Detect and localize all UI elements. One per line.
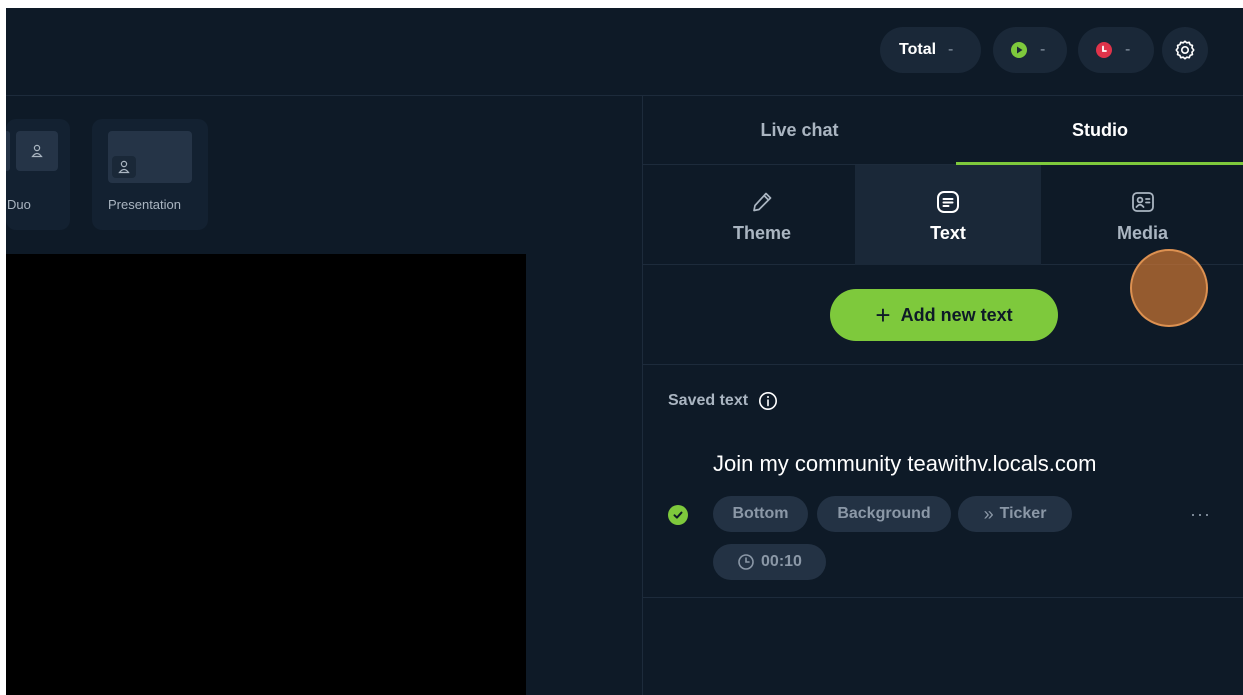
panel-tabs: Live chat Studio [643,96,1243,165]
layout-presentation[interactable]: Presentation [92,119,208,230]
saved-text-heading: Saved text [668,391,778,411]
youtube-play-icon [1010,41,1028,59]
layout-duo-label: Duo [7,197,31,212]
subtab-text[interactable]: Text [855,165,1041,265]
selected-check-icon[interactable] [668,505,688,525]
clock-icon [737,553,755,571]
total-viewers-badge: Total - [880,27,981,73]
double-chevron-right-icon: » [983,503,994,524]
layout-presentation-label: Presentation [108,197,181,212]
tag-background: Background [817,496,951,532]
tag-duration-label: 00:10 [761,553,802,570]
total-value: - [948,41,954,58]
subtab-media-label: Media [1116,222,1168,243]
record-icon [1095,41,1113,59]
add-new-text-label: Add new text [900,304,1013,325]
studio-panel: Live chat Studio Theme Text Media + Add … [642,96,1243,695]
text-box-icon [935,187,961,217]
add-new-text-button[interactable]: + Add new text [830,289,1058,341]
saved-text-item-title[interactable]: Join my community teawithv.locals.com [713,451,1097,477]
more-options-icon[interactable]: ··· [1190,504,1211,525]
tag-ticker: » Ticker [958,496,1072,532]
studio-subtabs: Theme Text Media [643,165,1243,327]
recording-viewers-badge: - [1078,27,1154,73]
tab-studio[interactable]: Studio [956,96,1243,165]
info-icon[interactable] [758,391,778,411]
youtube-value: - [1040,41,1046,58]
saved-text-title: Saved text [668,392,749,409]
pencil-icon [750,187,774,217]
stream-preview [6,254,526,695]
person-icon [31,144,43,158]
plus-icon: + [875,300,891,330]
saved-text-section: Saved text Join my community teawithv.lo… [643,365,1243,598]
layout-duo[interactable]: Duo [6,119,70,230]
recording-value: - [1125,41,1131,58]
total-label: Total [899,41,937,58]
subtab-text-label: Text [930,222,966,243]
top-bar: Total - - - [6,8,1243,96]
youtube-viewers-badge: - [993,27,1067,73]
subtab-media[interactable]: Media [1041,165,1243,265]
app-window: Total - - - Duo Presentation Live chat S… [6,8,1243,695]
tag-ticker-label: Ticker [999,505,1047,522]
person-icon [118,160,130,174]
subtab-theme-label: Theme [732,222,792,243]
tab-live-chat[interactable]: Live chat [643,96,956,165]
add-text-area: + Add new text [643,265,1243,365]
settings-button[interactable] [1162,27,1208,73]
gear-icon [1174,39,1196,61]
duo-thumb-left [6,131,10,171]
tag-duration: 00:10 [713,544,826,580]
subtab-theme[interactable]: Theme [669,165,855,265]
duo-thumb-right [16,131,58,171]
presentation-cam-slot [112,156,136,178]
tag-position: Bottom [713,496,808,532]
media-card-icon [1130,187,1156,217]
